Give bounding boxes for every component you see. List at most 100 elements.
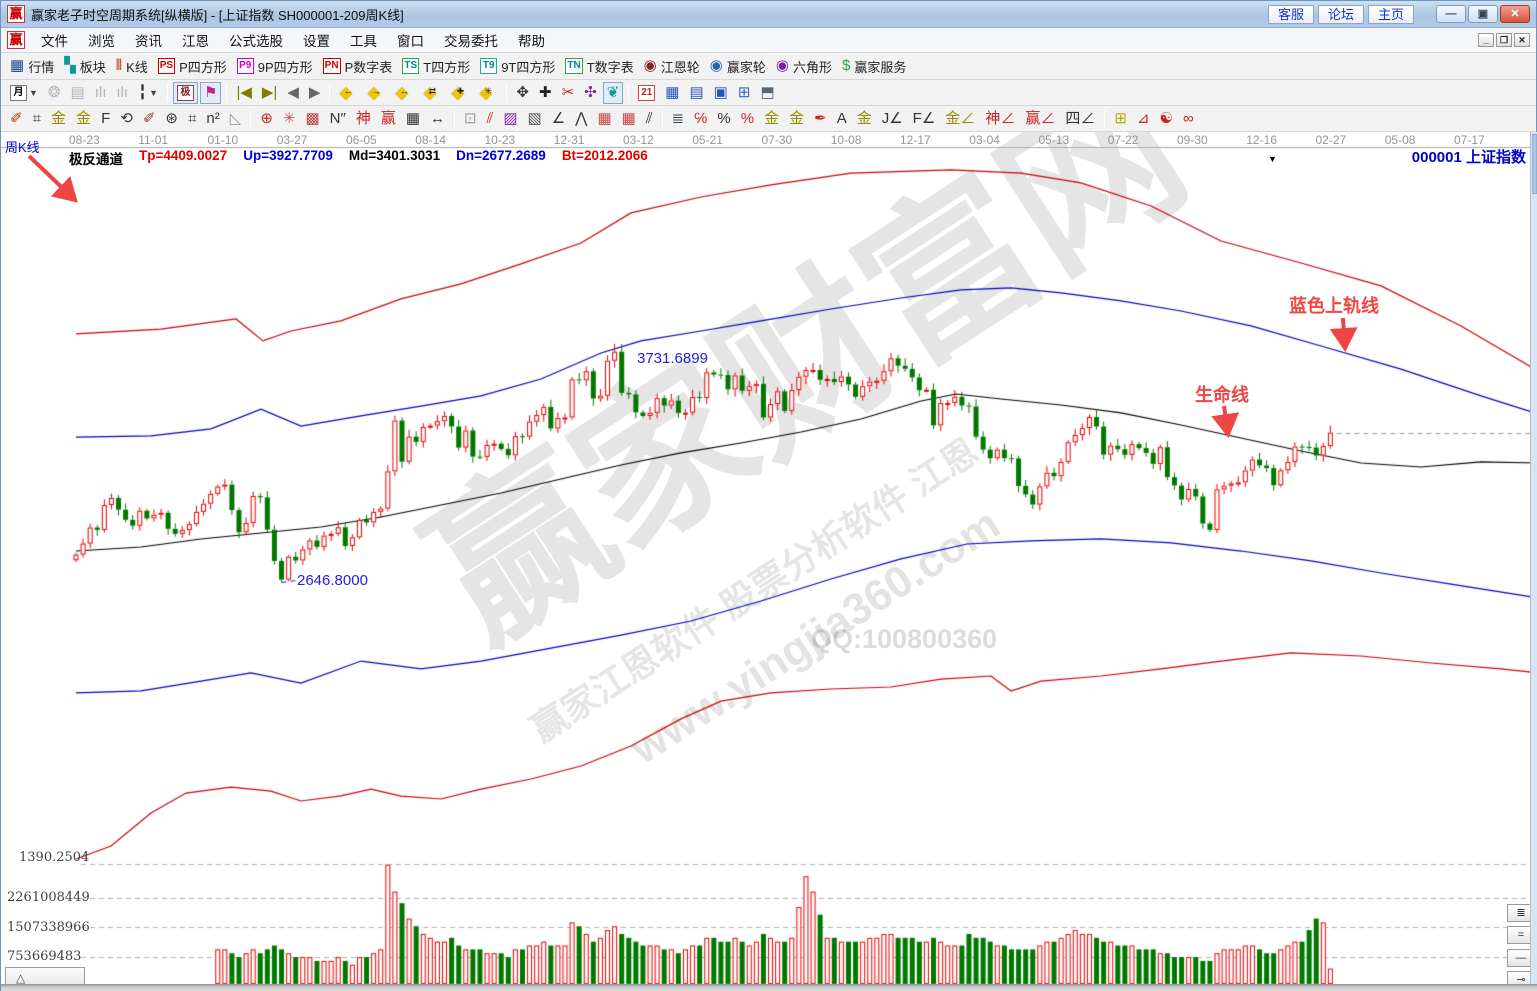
crosshair-button[interactable]: ✚	[535, 82, 556, 104]
web-sync-button[interactable]: ⊞	[734, 82, 755, 104]
menu-9[interactable]: 帮助	[508, 28, 555, 52]
wave-chart-icon[interactable]: ❂	[44, 82, 65, 104]
ruler-comb-icon[interactable]: ⌗	[184, 108, 200, 130]
gold-grid2-icon[interactable]: 金	[72, 108, 95, 130]
price-grid-icon[interactable]: ▦	[402, 108, 424, 130]
square-burst-icon[interactable]: ▩	[301, 108, 323, 130]
measure-scissors-button[interactable]: ✂	[558, 82, 579, 104]
pen-tool-icon[interactable]: ✐	[6, 108, 27, 130]
gold-angle2-icon[interactable]: 金∠	[941, 108, 979, 130]
gold-grid-icon[interactable]: 金	[47, 108, 70, 130]
vertical-scrollbar[interactable]	[1530, 132, 1537, 984]
memo-icon[interactable]: ▤	[67, 82, 89, 104]
percent-icon[interactable]: %	[713, 108, 734, 130]
menu-5[interactable]: 设置	[293, 28, 340, 52]
t9-square-button[interactable]: T99T四方形	[476, 55, 559, 77]
gold-angle-icon[interactable]: 金	[853, 108, 876, 130]
percent-line-icon[interactable]: ℅	[690, 108, 711, 130]
spiral-icon[interactable]: ⟲	[116, 108, 137, 130]
n-wave-icon[interactable]: N″	[326, 108, 350, 130]
candle-style-button[interactable]: ╏▼	[134, 82, 162, 104]
minimize-button[interactable]: —	[1436, 5, 1466, 23]
infinity-icon[interactable]: ∞	[1179, 108, 1198, 130]
remote-pc-button[interactable]: ⬒	[756, 82, 778, 104]
percent-bar-icon[interactable]: %	[737, 108, 758, 130]
zoom-out-all-button[interactable]: ◆✳	[475, 82, 501, 104]
home-button[interactable]: 主页	[1368, 5, 1414, 24]
prev-bar-button[interactable]: ◀	[283, 82, 303, 104]
f-angle-icon[interactable]: F∠	[909, 108, 940, 130]
bars3-icon[interactable]: ılı	[91, 82, 111, 104]
vertical-scrollbar-thumb[interactable]	[1532, 134, 1537, 194]
hexagon-button[interactable]: ◉六角形	[772, 55, 836, 77]
p-number-table-button[interactable]: PNP数字表	[319, 55, 397, 77]
period-month-button[interactable]: 月▼	[6, 82, 42, 104]
expand-h-button[interactable]: ◆↔	[391, 82, 417, 104]
horizontal-scrollbar[interactable]	[1, 984, 1537, 991]
close-button[interactable]: ✕	[1500, 5, 1530, 23]
mdi-minimize-button[interactable]: _	[1478, 33, 1494, 47]
winner-wheel-button[interactable]: ◉赢家轮	[706, 55, 770, 77]
pen-angle-icon[interactable]: ✐	[139, 108, 160, 130]
calculator-button[interactable]: ▦	[661, 82, 683, 104]
menu-3[interactable]: 江恩	[172, 28, 219, 52]
zoom-in-h-button[interactable]: ◆→	[363, 82, 389, 104]
shen-grid-icon[interactable]: 神	[352, 108, 375, 130]
shen-angle-icon[interactable]: 神∠	[981, 108, 1019, 130]
a-wave-icon[interactable]: A	[833, 108, 851, 130]
fan-rays-icon[interactable]: ⫽	[483, 108, 498, 130]
restore-button[interactable]: ▣	[1468, 5, 1498, 23]
target-crosshair-icon[interactable]: ⊕	[256, 108, 277, 130]
si-angle-icon[interactable]: 四∠	[1061, 108, 1099, 130]
comb-grid-icon[interactable]: ⌗	[29, 108, 45, 130]
parallel-lines-icon[interactable]: ⫽	[642, 108, 657, 130]
menu-8[interactable]: 交易委托	[434, 28, 508, 52]
gann-wheel-button[interactable]: ◉江恩轮	[640, 55, 704, 77]
quotes-button[interactable]: ▦行情	[6, 55, 58, 77]
forum-button[interactable]: 论坛	[1318, 5, 1364, 24]
report-button[interactable]: ▤	[685, 82, 707, 104]
last-page-button[interactable]: ▶|	[258, 82, 281, 104]
kline-button[interactable]: ⫴K线	[112, 55, 152, 77]
cycle-circle-icon[interactable]: ⊛	[161, 108, 182, 130]
gann-shape-button[interactable]: ✣	[580, 82, 601, 104]
trend-chart-icon[interactable]: ⊿	[1133, 108, 1154, 130]
j-angle-icon[interactable]: J∠	[878, 108, 907, 130]
first-page-button[interactable]: |◀	[232, 82, 255, 104]
save-button[interactable]: ▣	[710, 82, 732, 104]
zoom-in-all-button[interactable]: ◆✚	[447, 82, 473, 104]
candlestick-chart-canvas[interactable]	[1, 132, 1537, 991]
mdi-close-button[interactable]: ✕	[1514, 33, 1530, 47]
width-measure-icon[interactable]: ↔	[426, 108, 449, 130]
p-square-button[interactable]: PSP四方形	[154, 55, 231, 77]
zoom-out-h-button[interactable]: ◆←	[335, 82, 361, 104]
grid-red-dot-icon[interactable]: ▦	[618, 108, 640, 130]
angle-lines-icon[interactable]: ∠	[548, 108, 569, 130]
menu-0[interactable]: 文件	[31, 28, 78, 52]
sectors-button[interactable]: ▚板块	[60, 55, 110, 77]
p9-square-button[interactable]: P99P四方形	[233, 55, 317, 77]
chart-area[interactable]: 赢家财富网 赢家江恩软件 股票分析软件 江恩 www.yingjia360.co…	[1, 132, 1537, 991]
menu-6[interactable]: 工具	[340, 28, 387, 52]
box-tool-icon[interactable]: ⊡	[460, 108, 481, 130]
fib-grid-icon[interactable]: F	[97, 108, 114, 130]
calendar-button[interactable]: 21	[634, 82, 659, 104]
menu-4[interactable]: 公式选股	[219, 28, 293, 52]
mdi-restore-button[interactable]: ❐	[1496, 33, 1512, 47]
scale-list-icon[interactable]: ≣	[668, 108, 689, 130]
taichi-icon[interactable]: ☯	[1156, 108, 1177, 130]
color-histogram-button[interactable]: ⚑	[200, 82, 221, 104]
service-button[interactable]: 客服	[1268, 5, 1314, 24]
bars9-icon[interactable]: ılı	[112, 82, 132, 104]
ying-grid-icon[interactable]: 赢	[377, 108, 400, 130]
gold-line-icon[interactable]: 金	[785, 108, 808, 130]
grid-gold-icon[interactable]: ⊞	[1110, 108, 1131, 130]
menu-7[interactable]: 窗口	[387, 28, 434, 52]
winner-service-button[interactable]: $赢家服务	[838, 55, 910, 77]
t-number-table-button[interactable]: TNT数字表	[561, 55, 637, 77]
menu-2[interactable]: 资讯	[125, 28, 172, 52]
ying-angle-icon[interactable]: 赢∠	[1021, 108, 1059, 130]
compress-h-button[interactable]: ◆⇄	[419, 82, 445, 104]
protractor-icon[interactable]: ◺	[226, 108, 246, 130]
gold-circle-icon[interactable]: 金	[760, 108, 783, 130]
